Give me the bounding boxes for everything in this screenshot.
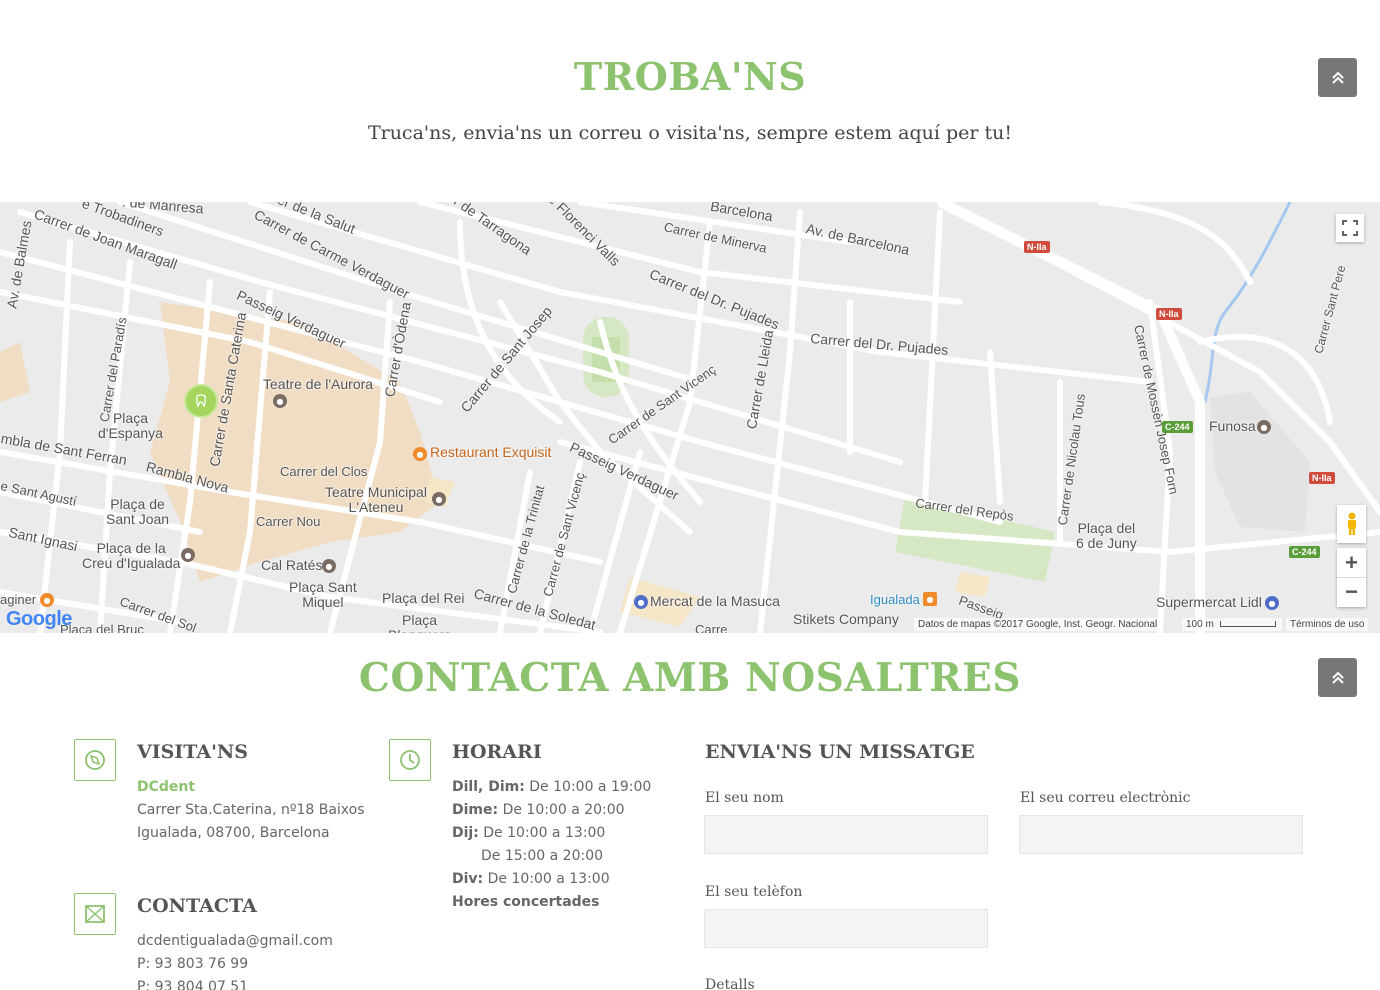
pegman-icon: [1347, 512, 1356, 535]
place-label: Plaça del 6 de Juny: [1076, 520, 1137, 551]
place-label: Plaça del Rei: [382, 590, 465, 606]
place-label: Plaça Sant Miquel: [289, 579, 357, 610]
road-shield: C-244: [1162, 421, 1193, 433]
scroll-up-button[interactable]: [1318, 58, 1357, 97]
form-heading: ENVIA'NS UN MISSATGE: [705, 741, 975, 763]
hours-heading: HORARI: [452, 741, 542, 763]
place-label: Stikets Company: [793, 611, 899, 627]
road-shield: N-IIa: [1156, 308, 1182, 320]
landmark-icon[interactable]: ●: [181, 548, 195, 562]
place-label: aginer: [0, 592, 37, 607]
road-shield: N-IIa: [1024, 241, 1050, 253]
scroll-up-button[interactable]: [1318, 658, 1357, 697]
hours-time: De 10:00 a 20:00: [502, 802, 625, 818]
address-line-1: Carrer Sta.Caterina, nº18 Baixos: [137, 802, 365, 818]
scale-bar: [1219, 621, 1276, 628]
place-label: Funosa: [1209, 418, 1256, 434]
place-label: Cal Ratés: [261, 557, 323, 573]
hours-time: De 10:00 a 13:00: [483, 825, 606, 841]
hours-time: De 10:00 a 13:00: [487, 871, 610, 887]
theatre-icon[interactable]: ●: [432, 492, 446, 506]
hours-day: Div:: [452, 871, 484, 887]
hours-time: De 15:00 a 20:00: [481, 848, 604, 864]
place-label: Carre: [695, 622, 728, 633]
hours-row: Div: De 10:00 a 13:00: [452, 868, 610, 891]
map-scale: 100 m: [1182, 618, 1282, 631]
hours-time: De 10:00 a 19:00: [529, 779, 652, 795]
google-logo[interactable]: Google: [6, 608, 72, 631]
email-input[interactable]: [1019, 815, 1303, 854]
place-label: Igualada: [870, 592, 920, 607]
map-attribution: Datos de mapas ©2017 Google, Inst. Geogr…: [914, 618, 1162, 631]
zoom-out-button[interactable]: −: [1337, 578, 1366, 607]
map-streets-layer: [0, 202, 1380, 633]
business-name: DCdent: [137, 779, 196, 795]
hours-row: Dij: De 10:00 a 13:00: [452, 822, 605, 845]
compass-icon-box: [74, 739, 116, 781]
hours-row: Dime: De 10:00 a 20:00: [452, 799, 625, 822]
contact-email[interactable]: dcdentigualada@gmail.com: [137, 930, 333, 953]
visit-heading: VISITA'NS: [137, 741, 248, 763]
hours-row: De 15:00 a 20:00: [481, 845, 603, 868]
hours-row: Dill, Dim: De 10:00 a 19:00: [452, 776, 651, 799]
clock-icon-box: [389, 739, 431, 781]
hours-day: Dij:: [452, 825, 479, 841]
contact-phone-2[interactable]: P: 93 804 07 51: [137, 976, 248, 990]
place-label: Plaça de Sant Joan: [106, 496, 170, 527]
google-map[interactable]: Carrer de Joan Maragall e Trobadiners . …: [0, 202, 1380, 633]
place-label: Plaça de la Creu d'Igualada: [82, 540, 181, 571]
restaurant-icon[interactable]: ●: [40, 593, 54, 607]
compass-icon: [85, 750, 105, 770]
shop-icon[interactable]: ●: [634, 595, 648, 609]
zoom-in-button[interactable]: +: [1337, 549, 1366, 578]
fullscreen-icon: [1342, 220, 1358, 236]
shop-icon[interactable]: ●: [1265, 596, 1279, 610]
hours-note: Hores concertades: [452, 894, 600, 910]
station-icon[interactable]: ●: [923, 592, 937, 606]
mail-icon: [85, 905, 105, 923]
building-icon[interactable]: ●: [1257, 420, 1271, 434]
tooth-icon: [196, 394, 206, 408]
find-us-title: TROBA'NS: [573, 54, 807, 99]
address-line-2: Igualada, 08700, Barcelona: [137, 825, 330, 841]
chevron-double-up-icon: [1331, 71, 1344, 84]
street-view-pegman[interactable]: [1337, 505, 1366, 543]
contact-title: CONTACTA AMB NOSALTRES: [358, 655, 1022, 701]
landmark-icon[interactable]: ●: [322, 559, 336, 573]
place-label: Restaurant Exquisit: [430, 444, 552, 460]
clock-icon: [400, 750, 420, 770]
terms-link[interactable]: Términos de uso: [1286, 618, 1369, 631]
mail-icon-box: [74, 893, 116, 935]
place-label: Teatre Municipal L'Ateneu: [325, 484, 427, 515]
phone-label: El seu telèfon: [705, 884, 803, 900]
google-logo-text: Google: [6, 608, 72, 630]
place-label: Plaça Blanquers: [388, 612, 451, 634]
fullscreen-button[interactable]: [1336, 214, 1364, 242]
map-scale-label: 100 m: [1186, 619, 1214, 630]
find-us-subtitle: Truca'ns, envia'ns un correu o visita'ns…: [367, 122, 1013, 144]
road-shield: N-IIa: [1309, 472, 1335, 484]
name-input[interactable]: [704, 815, 988, 854]
place-label: Mercat de la Masuca: [650, 593, 780, 609]
phone-input[interactable]: [704, 909, 988, 948]
email-label: El seu correu electrònic: [1020, 790, 1191, 806]
place-label: Plaça del Bruc: [60, 622, 144, 633]
contact-heading: CONTACTA: [137, 895, 257, 917]
street-label: Carrer del Clos: [280, 464, 368, 479]
location-marker-icon[interactable]: [184, 384, 218, 418]
zoom-controls: + −: [1337, 548, 1366, 607]
name-label: El seu nom: [705, 790, 784, 806]
road-shield: C-244: [1289, 546, 1320, 558]
theatre-icon[interactable]: ●: [273, 394, 287, 408]
place-label: Plaça d'Espanya: [98, 410, 163, 441]
restaurant-icon[interactable]: ●: [413, 447, 427, 461]
contact-phone-1[interactable]: P: 93 803 76 99: [137, 953, 248, 976]
street-label: Carrer Nou: [256, 514, 321, 529]
details-label: Detalls: [705, 977, 755, 990]
place-label: Supermercat Lidl: [1156, 594, 1262, 610]
chevron-double-up-icon: [1331, 671, 1344, 684]
hours-day: Dime:: [452, 802, 499, 818]
place-label: Teatre de l'Aurora: [263, 376, 374, 392]
hours-day: Dill, Dim:: [452, 779, 525, 795]
